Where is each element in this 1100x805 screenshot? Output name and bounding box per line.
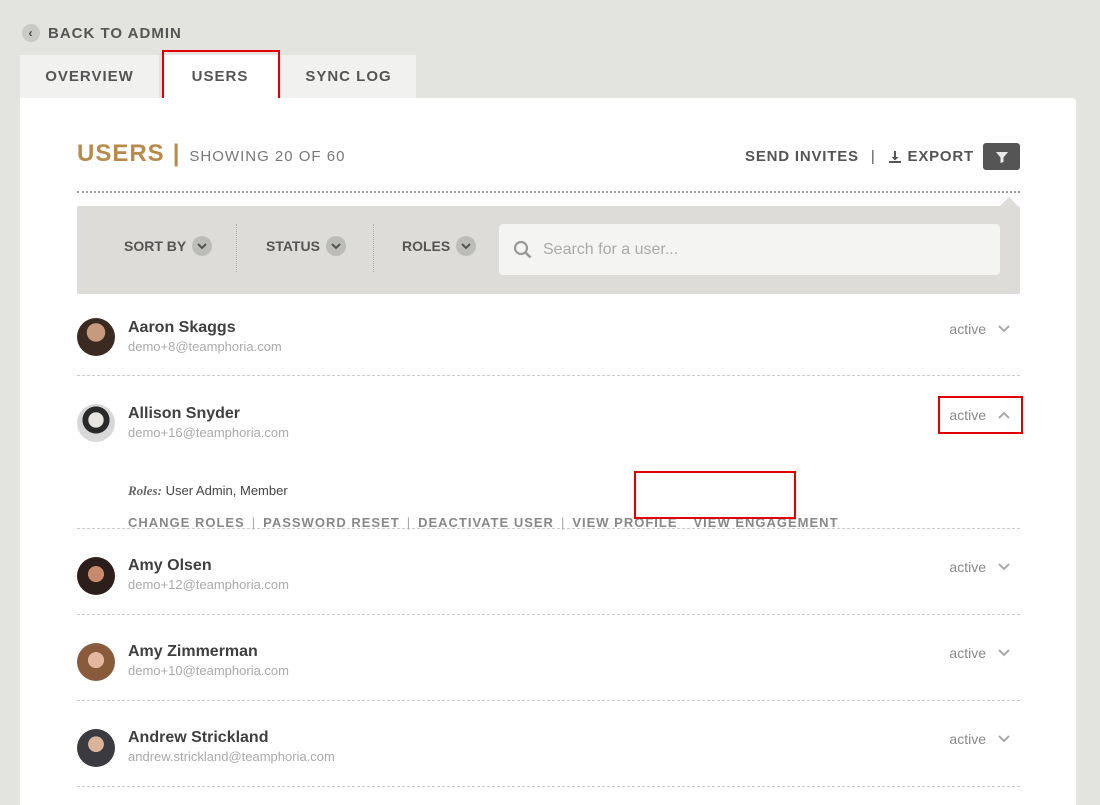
action-separator: | — [406, 515, 412, 530]
user-name: Andrew Strickland — [128, 729, 269, 746]
action-separator: | — [560, 515, 566, 530]
avatar — [77, 318, 115, 356]
export-button[interactable]: EXPORT — [888, 148, 974, 165]
title-separator: | — [172, 140, 180, 167]
sort-by-dropdown[interactable]: SORT BY — [124, 236, 213, 256]
roles-value: User Admin, Member — [165, 483, 288, 498]
chevron-down-icon — [456, 236, 477, 256]
showing-count: SHOWING 20 OF 60 — [189, 148, 346, 165]
roles-title: Roles: — [128, 483, 162, 498]
roles-label: ROLES — [402, 238, 451, 254]
search-input[interactable] — [543, 240, 983, 259]
user-roles: Roles: User Admin, Member — [128, 483, 288, 499]
chevron-down-icon — [998, 649, 1010, 657]
back-to-admin-link[interactable]: ‹ BACK TO ADMIN — [22, 24, 182, 42]
user-email: demo+12@teamphoria.com — [128, 577, 289, 592]
avatar — [77, 643, 115, 681]
tab-overview[interactable]: OVERVIEW — [20, 55, 159, 98]
filter-bar: SORT BY STATUS ROLES — [77, 197, 1020, 294]
chevron-down-icon — [192, 236, 213, 256]
status-label: active — [949, 731, 986, 747]
chevron-down-icon — [998, 325, 1010, 333]
avatar — [77, 729, 115, 767]
user-name: Amy Olsen — [128, 557, 212, 574]
user-name: Aaron Skaggs — [128, 319, 236, 336]
search-box — [499, 224, 1000, 275]
user-name: Allison Snyder — [128, 405, 241, 422]
user-row[interactable]: Andrew Strickland andrew.strickland@team… — [77, 701, 1020, 787]
view-profile-link[interactable]: VIEW PROFILE — [572, 515, 677, 530]
user-actions: CHANGE ROLES | PASSWORD RESET | DEACTIVA… — [128, 515, 839, 530]
status-label: active — [949, 559, 986, 575]
deactivate-user-link[interactable]: DEACTIVATE USER — [418, 515, 554, 530]
page-title: USERS — [77, 140, 165, 167]
send-invites-button[interactable]: SEND INVITES — [745, 148, 859, 165]
avatar — [77, 557, 115, 595]
user-name: Amy Zimmerman — [128, 643, 258, 660]
chevron-down-icon — [325, 236, 346, 256]
filter-divider — [373, 224, 374, 272]
header-divider — [77, 191, 1020, 193]
status-toggle[interactable]: active — [949, 645, 1010, 661]
actions-separator: | — [870, 148, 876, 165]
tab-users-label: USERS — [191, 68, 249, 85]
change-roles-link[interactable]: CHANGE ROLES — [128, 515, 245, 530]
user-email: demo+10@teamphoria.com — [128, 663, 289, 678]
tab-bar: OVERVIEW USERS SYNC LOG — [20, 55, 419, 98]
status-toggle[interactable]: active — [949, 559, 1010, 575]
user-row[interactable]: Aaron Skaggs demo+8@teamphoria.com activ… — [77, 294, 1020, 376]
header-actions: SEND INVITES | EXPORT — [745, 143, 1020, 170]
tab-users[interactable]: USERS — [162, 55, 278, 98]
user-email: demo+16@teamphoria.com — [128, 425, 289, 440]
status-label: active — [949, 321, 986, 337]
status-label: STATUS — [266, 238, 320, 254]
tab-sync-log[interactable]: SYNC LOG — [281, 55, 416, 98]
filter-toggle-button[interactable] — [983, 143, 1020, 170]
status-dropdown[interactable]: STATUS — [266, 236, 346, 256]
chevron-down-icon — [998, 735, 1010, 743]
sort-by-label: SORT BY — [124, 238, 187, 254]
view-engagement-link[interactable]: VIEW ENGAGEMENT — [694, 515, 839, 530]
tab-sync-log-label: SYNC LOG — [305, 68, 392, 85]
users-panel: USERS | SHOWING 20 OF 60 SEND INVITES | … — [20, 98, 1076, 805]
chevron-up-icon — [998, 411, 1010, 419]
filter-divider — [236, 224, 237, 272]
back-label: BACK TO ADMIN — [48, 24, 182, 42]
user-row[interactable]: Amy Zimmerman demo+10@teamphoria.com act… — [77, 615, 1020, 701]
search-icon — [513, 240, 532, 258]
user-row-expanded[interactable]: Allison Snyder demo+16@teamphoria.com ac… — [77, 376, 1020, 530]
filter-bar-caret — [1000, 197, 1018, 206]
user-email: andrew.strickland@teamphoria.com — [128, 749, 335, 764]
action-separator: | — [251, 515, 257, 530]
status-toggle[interactable]: active — [949, 321, 1010, 337]
roles-dropdown[interactable]: ROLES — [402, 236, 477, 256]
user-email: demo+8@teamphoria.com — [128, 339, 282, 354]
avatar — [77, 404, 115, 442]
status-toggle[interactable]: active — [949, 731, 1010, 747]
status-toggle[interactable]: active — [949, 407, 1010, 423]
download-icon — [888, 150, 901, 163]
filter-icon — [995, 151, 1008, 163]
chevron-left-icon: ‹ — [22, 24, 40, 42]
tab-overview-label: OVERVIEW — [45, 68, 134, 85]
user-row[interactable]: Amy Olsen demo+12@teamphoria.com active — [77, 529, 1020, 615]
status-label: active — [949, 407, 986, 423]
export-label: EXPORT — [907, 148, 974, 165]
password-reset-link[interactable]: PASSWORD RESET — [263, 515, 400, 530]
status-label: active — [949, 645, 986, 661]
chevron-down-icon — [998, 563, 1010, 571]
page-title-row: USERS | SHOWING 20 OF 60 — [77, 140, 345, 168]
